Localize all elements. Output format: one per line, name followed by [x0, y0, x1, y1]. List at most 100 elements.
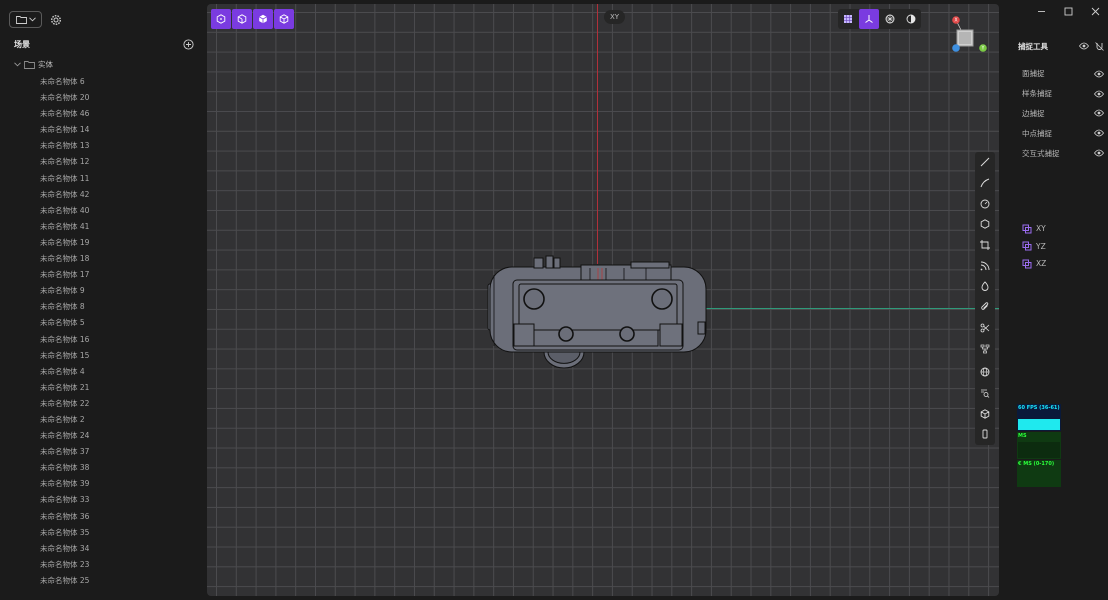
- scene-object-item[interactable]: 未命名物体 24: [40, 428, 200, 444]
- entity-group-row[interactable]: 实体: [14, 59, 53, 70]
- scene-object-item[interactable]: 未命名物体 21: [40, 380, 200, 396]
- scene-object-item[interactable]: 未命名物体 35: [40, 525, 200, 541]
- eye-icon[interactable]: [1094, 149, 1104, 157]
- snap-item-label: 样条捕捉: [1022, 89, 1052, 99]
- view-cube-gizmo[interactable]: X Y: [952, 16, 990, 54]
- x-axis-line: [697, 308, 999, 309]
- scene-object-item[interactable]: 未命名物体 8: [40, 299, 200, 315]
- scene-object-item[interactable]: 未命名物体 37: [40, 444, 200, 460]
- view-mode-toolbar: [211, 9, 294, 29]
- magnet-off-icon[interactable]: [1095, 42, 1104, 51]
- minimize-icon[interactable]: [1037, 7, 1046, 16]
- scene-title: 场景: [14, 39, 30, 49]
- plane-icon: [1022, 241, 1032, 251]
- trim-tool-button[interactable]: [975, 318, 995, 339]
- scene-object-item[interactable]: 未命名物体 9: [40, 283, 200, 299]
- snap-item[interactable]: 样条捕捉: [1022, 84, 1104, 104]
- plane-item-label: YZ: [1036, 241, 1046, 251]
- scene-object-item[interactable]: 未命名物体 22: [40, 396, 200, 412]
- fps-graph: [1018, 419, 1060, 430]
- fps-label: 60 FPS (36-61): [1018, 405, 1060, 411]
- scene-object-item[interactable]: 未命名物体 17: [40, 267, 200, 283]
- snap-panel: 捕捉工具 面捕捉样条捕捉边捕捉 中点捕捉 交互式捕捉 XY YZ XZ 60 FPS (…: [1003, 0, 1108, 600]
- eye-icon[interactable]: [1094, 109, 1104, 117]
- scene-object-item[interactable]: 未命名物体 36: [40, 509, 200, 525]
- maximize-icon[interactable]: [1064, 7, 1073, 16]
- attach-tool-button[interactable]: [975, 297, 995, 318]
- scene-object-item[interactable]: 未命名物体 16: [40, 332, 200, 348]
- snap-item[interactable]: 中点捕捉: [1022, 123, 1104, 143]
- grid-toggle-button[interactable]: [838, 9, 858, 29]
- scene-object-item[interactable]: 未命名物体 23: [40, 557, 200, 573]
- scene-object-item[interactable]: 未命名物体 33: [40, 492, 200, 508]
- cad-model[interactable]: [486, 254, 711, 369]
- folder-icon: [24, 61, 35, 69]
- line-tool-button[interactable]: [975, 152, 995, 173]
- view-iso-button[interactable]: [274, 9, 294, 29]
- circle-icon: [980, 199, 990, 209]
- scene-object-item[interactable]: 未命名物体 25: [40, 573, 200, 589]
- add-circle-icon[interactable]: [183, 38, 194, 50]
- axes-toggle-button[interactable]: [859, 9, 879, 29]
- scene-object-item[interactable]: 未命名物体 5: [40, 315, 200, 331]
- scene-object-item[interactable]: 未命名物体 15: [40, 348, 200, 364]
- solid-tool-button[interactable]: [975, 403, 995, 424]
- scene-object-item[interactable]: 未命名物体 41: [40, 219, 200, 235]
- file-menu-button[interactable]: [9, 11, 42, 28]
- grid-icon: [844, 15, 852, 23]
- shading-toggle-button[interactable]: [901, 9, 921, 29]
- performance-stats: 60 FPS (36-61) MS € MS (0-170): [1017, 404, 1061, 488]
- hierarchy-tool-button[interactable]: [975, 338, 995, 359]
- circle-tool-button[interactable]: [975, 193, 995, 214]
- scene-object-item[interactable]: 未命名物体 6: [40, 74, 200, 90]
- scene-object-item[interactable]: 未命名物体 38: [40, 460, 200, 476]
- scene-object-item[interactable]: 未命名物体 11: [40, 171, 200, 187]
- polygon-tool-button[interactable]: [975, 214, 995, 235]
- arc-tool-button[interactable]: [975, 255, 995, 276]
- phone-icon: [982, 429, 988, 439]
- plane-item[interactable]: YZ: [1022, 238, 1046, 256]
- ellipse-tool-button[interactable]: [975, 276, 995, 297]
- cad-app: 场景 实体 未命名物体 6 未命名物体 20 未命名物体 46 未命名物体 14 未命名…: [0, 0, 1108, 600]
- material-toggle-button[interactable]: [880, 9, 900, 29]
- view-side-button[interactable]: [253, 9, 273, 29]
- view-front-button[interactable]: [232, 9, 252, 29]
- half-circle-icon: [906, 14, 916, 24]
- close-icon[interactable]: [1091, 7, 1100, 16]
- scene-object-item[interactable]: 未命名物体 4: [40, 364, 200, 380]
- scene-object-item[interactable]: 未命名物体 34: [40, 541, 200, 557]
- device-tool-button[interactable]: [975, 424, 995, 445]
- scene-object-item[interactable]: 未命名物体 2: [40, 412, 200, 428]
- scene-object-item[interactable]: 未命名物体 20: [40, 90, 200, 106]
- snap-item[interactable]: 交互式捕捉: [1022, 143, 1104, 163]
- eye-icon[interactable]: [1094, 129, 1104, 137]
- scene-object-item[interactable]: 未命名物体 14: [40, 122, 200, 138]
- globe-tool-button[interactable]: [975, 362, 995, 383]
- scene-object-item[interactable]: 未命名物体 12: [40, 154, 200, 170]
- eye-icon[interactable]: [1094, 90, 1104, 98]
- snap-item[interactable]: 边捕捉: [1022, 104, 1104, 124]
- scene-object-item[interactable]: 未命名物体 40: [40, 203, 200, 219]
- scene-object-item[interactable]: 未命名物体 42: [40, 187, 200, 203]
- measure-tool-button[interactable]: [975, 383, 995, 404]
- plane-item[interactable]: XZ: [1022, 255, 1046, 273]
- scene-object-item[interactable]: 未命名物体 13: [40, 138, 200, 154]
- plane-item[interactable]: XY: [1022, 220, 1046, 238]
- scene-object-item[interactable]: 未命名物体 46: [40, 106, 200, 122]
- polyline-tool-button[interactable]: [975, 173, 995, 194]
- snap-title: 捕捉工具: [1018, 42, 1048, 51]
- plane-icon: [1022, 259, 1032, 269]
- scene-sidebar: 场景 实体 未命名物体 6 未命名物体 20 未命名物体 46 未命名物体 14 未命名…: [0, 0, 205, 600]
- scene-object-item[interactable]: 未命名物体 39: [40, 476, 200, 492]
- snap-header: 捕捉工具: [1018, 41, 1104, 52]
- view-top-button[interactable]: [211, 9, 231, 29]
- snap-item[interactable]: 面捕捉: [1022, 64, 1104, 84]
- 3d-viewport[interactable]: XY: [207, 4, 999, 596]
- eye-icon[interactable]: [1079, 42, 1089, 50]
- scene-object-item[interactable]: 未命名物体 18: [40, 251, 200, 267]
- eye-icon[interactable]: [1094, 70, 1104, 78]
- gear-icon[interactable]: [50, 14, 62, 26]
- plane-list: XY YZ XZ: [1022, 220, 1046, 273]
- scene-object-item[interactable]: 未命名物体 19: [40, 235, 200, 251]
- rectangle-tool-button[interactable]: [975, 235, 995, 256]
